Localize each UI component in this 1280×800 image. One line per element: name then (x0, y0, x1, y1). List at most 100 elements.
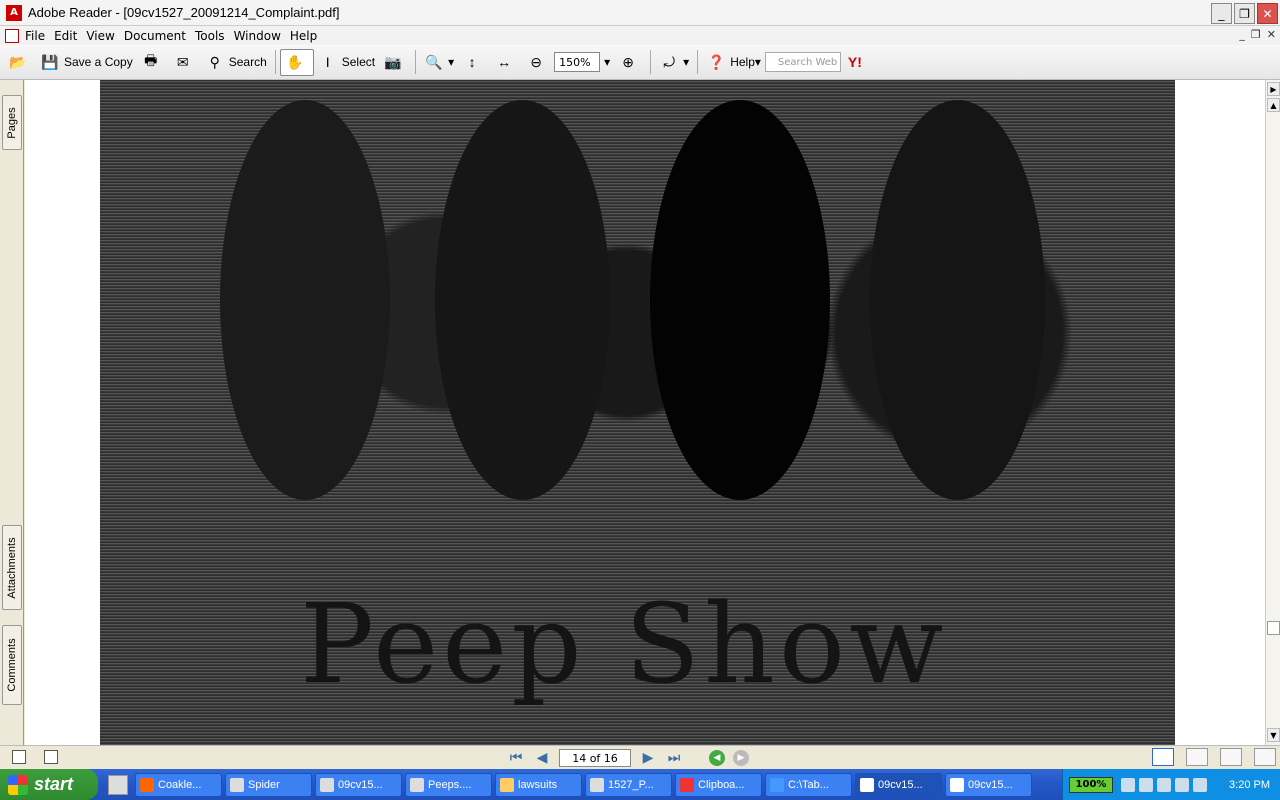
help-button[interactable]: ❓ Help ▾ (702, 49, 765, 76)
task-button[interactable]: Clipboa... (675, 772, 762, 797)
doc-close-button[interactable]: ✕ (1267, 28, 1276, 41)
pdf-document-icon (5, 28, 19, 43)
rotate-button[interactable]: ⤾ ▾ (655, 49, 693, 76)
yahoo-button[interactable]: Y! (841, 49, 873, 76)
zoom-level-field[interactable]: 150% (554, 52, 601, 72)
page-size-icon[interactable] (44, 750, 58, 764)
doc-minimize-button[interactable]: _ (1239, 28, 1245, 41)
zoom-out-button[interactable]: ⊖ (522, 49, 554, 76)
start-button[interactable]: start (0, 769, 98, 800)
task-button[interactable]: 09cv15... (945, 772, 1032, 797)
close-button[interactable]: ✕ (1257, 3, 1278, 24)
clipboard-icon (680, 777, 694, 792)
document-icon (410, 777, 424, 792)
scroll-thumb[interactable] (1267, 621, 1280, 635)
hand-icon: ✋ (286, 53, 304, 70)
doc-restore-button[interactable]: ❐ (1251, 28, 1261, 41)
hand-tool-button[interactable]: ✋ (279, 48, 314, 76)
adobe-reader-icon: A (6, 4, 22, 21)
print-button[interactable]: 🖶 (137, 49, 169, 76)
task-button[interactable]: lawsuits (495, 772, 582, 797)
spider-icon (230, 777, 244, 792)
first-page-button[interactable]: ⏮ (507, 750, 525, 766)
page-number-field[interactable]: 14 of 16 (559, 749, 631, 767)
fit-page-button[interactable]: ↕ (458, 49, 490, 76)
tray-app-icon[interactable] (1193, 777, 1207, 792)
menu-bar: File Edit View Document Tools Window Hel… (0, 26, 1280, 45)
zoom-dropdown[interactable]: ▾ (600, 49, 614, 76)
facing-layout-button[interactable] (1220, 748, 1242, 766)
open-button[interactable]: 📂 (4, 49, 36, 76)
network-icon[interactable] (1157, 777, 1171, 792)
last-page-button[interactable]: ⏭ (665, 750, 683, 766)
menu-tools[interactable]: Tools (195, 29, 232, 43)
scroll-right-arrow[interactable]: ▶ (1267, 82, 1280, 96)
scanned-page-image: Peep Show (100, 80, 1175, 745)
status-bar: ⏮ ◀ 14 of 16 ▶ ⏭ ◀ ▶ (0, 745, 1280, 769)
rotate-icon: ⤾ (663, 53, 675, 70)
pdf-icon (950, 777, 964, 792)
task-button[interactable]: Peeps.... (405, 772, 492, 797)
tab-attachments[interactable]: Attachments (2, 525, 22, 610)
menu-document[interactable]: Document (124, 29, 193, 43)
save-copy-button[interactable]: 💾 Save a Copy (36, 49, 137, 76)
previous-view-button[interactable]: ◀ (709, 750, 725, 766)
next-view-button[interactable]: ▶ (733, 750, 749, 766)
maximize-button[interactable]: ❐ (1234, 3, 1255, 24)
email-icon: ✉ (176, 53, 189, 70)
document-view[interactable]: Peep Show (25, 80, 1265, 745)
fit-width-button[interactable]: ↔ (490, 49, 522, 76)
minus-circle-icon: ⊖ (530, 53, 542, 70)
task-button[interactable]: 09cv15... (315, 772, 402, 797)
floppy-icon: 💾 (41, 53, 59, 70)
search-web-input[interactable]: Search Web (764, 52, 841, 72)
printer-icon: 🖶 (144, 52, 158, 68)
continuous-facing-layout-button[interactable] (1254, 748, 1276, 766)
zoom-in-tool-button[interactable]: 🔍 ▾ (420, 49, 458, 76)
scanned-logo-text: Peep Show (300, 580, 948, 708)
archive-icon (590, 777, 604, 792)
task-button[interactable]: Coakle... (135, 772, 222, 797)
menu-help[interactable]: Help (290, 29, 324, 43)
zoom-in-button[interactable]: ⊕ (614, 49, 646, 76)
task-button[interactable]: 1527_P... (585, 772, 672, 797)
tray-arrow-icon[interactable] (1139, 777, 1153, 792)
toolbar: 📂 💾 Save a Copy 🖶 ✉ ⚲ Search ✋ I Select 📷 🔍… (0, 45, 1280, 80)
next-page-button[interactable]: ▶ (639, 750, 657, 766)
volume-icon[interactable] (1175, 777, 1189, 792)
system-tray: 100% 3:20 PM (1062, 769, 1280, 800)
task-button[interactable]: C:\Tab... (765, 772, 852, 797)
scroll-up-arrow[interactable]: ▲ (1267, 98, 1280, 112)
menu-file[interactable]: File (25, 29, 52, 43)
battery-indicator[interactable]: 100% (1069, 776, 1113, 793)
previous-page-button[interactable]: ◀ (533, 750, 551, 766)
fit-width-icon: ↔ (497, 54, 512, 70)
tab-comments[interactable]: Comments (2, 625, 22, 705)
power-icon[interactable] (1121, 777, 1135, 792)
menu-window[interactable]: Window (234, 29, 288, 43)
single-page-layout-button[interactable] (1152, 748, 1174, 766)
tab-pages[interactable]: Pages (2, 95, 22, 150)
page-thumbnail-icon[interactable] (12, 750, 26, 764)
camera-icon: 📷 (384, 53, 402, 70)
ie-icon (770, 777, 784, 792)
task-button[interactable]: Spider (225, 772, 312, 797)
fit-page-icon: ↕ (468, 54, 476, 70)
menu-view[interactable]: View (86, 29, 121, 43)
clock[interactable]: 3:20 PM (1229, 779, 1270, 791)
bunny-figure (220, 100, 390, 500)
select-tool-button[interactable]: I Select (314, 49, 379, 76)
minimize-button[interactable]: _ (1211, 3, 1232, 24)
vertical-scrollbar[interactable]: ▶ ▲ ▼ (1265, 80, 1280, 745)
firefox-icon (140, 777, 154, 792)
plus-circle-icon: ⊕ (622, 53, 635, 70)
scroll-down-arrow[interactable]: ▼ (1267, 728, 1280, 742)
bunny-figure (650, 100, 830, 500)
continuous-layout-button[interactable] (1186, 748, 1208, 766)
task-button-active[interactable]: 09cv15... (855, 772, 942, 797)
snapshot-button[interactable]: 📷 (379, 49, 411, 76)
menu-edit[interactable]: Edit (54, 29, 84, 43)
quick-launch-icon[interactable] (108, 774, 128, 795)
search-button[interactable]: ⚲ Search (201, 49, 271, 76)
email-button[interactable]: ✉ (169, 49, 201, 76)
